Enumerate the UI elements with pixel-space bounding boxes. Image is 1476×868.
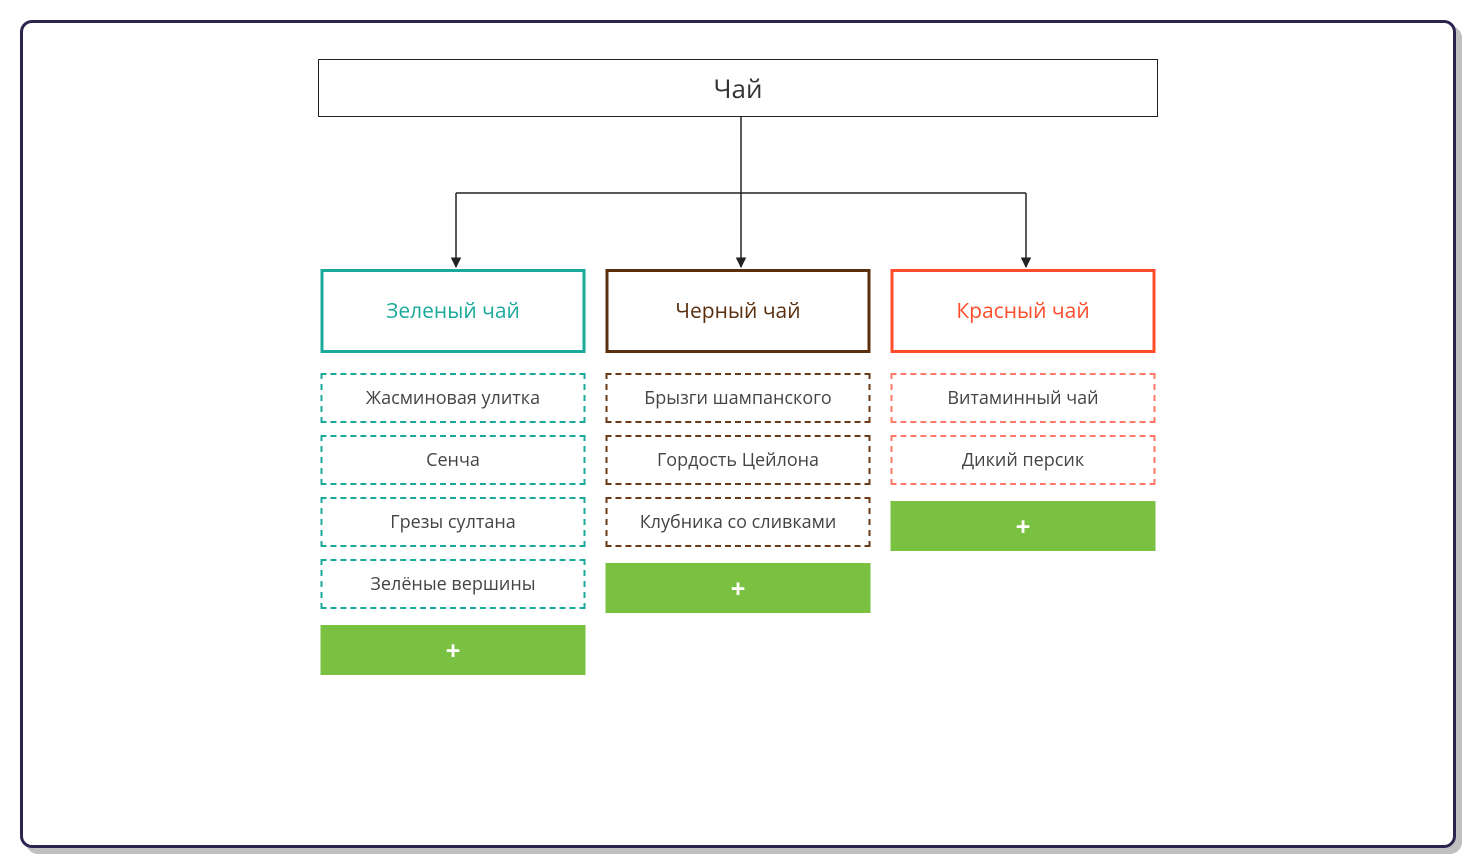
item-node[interactable]: Грезы султана	[321, 497, 586, 547]
category-column-red: Красный чай Витаминный чай Дикий персик …	[891, 269, 1156, 675]
add-item-button[interactable]: +	[321, 625, 586, 675]
add-item-button[interactable]: +	[606, 563, 871, 613]
category-node-brown[interactable]: Черный чай	[606, 269, 871, 353]
category-label: Зеленый чай	[386, 297, 520, 325]
item-node[interactable]: Брызги шампанского	[606, 373, 871, 423]
item-label: Витаминный чай	[947, 386, 1098, 410]
category-column-brown: Черный чай Брызги шампанского Гордость Ц…	[606, 269, 871, 675]
item-label: Гордость Цейлона	[657, 448, 819, 472]
item-label: Зелёные вершины	[370, 572, 535, 596]
category-columns: Зеленый чай Жасминовая улитка Сенча Грез…	[321, 269, 1156, 675]
root-node[interactable]: Чай	[318, 59, 1158, 117]
item-label: Клубника со сливками	[640, 510, 837, 534]
item-node[interactable]: Зелёные вершины	[321, 559, 586, 609]
item-node[interactable]: Витаминный чай	[891, 373, 1156, 423]
category-column-green: Зеленый чай Жасминовая улитка Сенча Грез…	[321, 269, 586, 675]
diagram-frame: Чай Зеленый чай Жасминовая улитка Сенча	[20, 20, 1456, 848]
category-label: Черный чай	[675, 297, 800, 325]
plus-icon: +	[446, 632, 461, 668]
item-label: Сенча	[426, 448, 480, 472]
item-node[interactable]: Сенча	[321, 435, 586, 485]
category-node-red[interactable]: Красный чай	[891, 269, 1156, 353]
item-label: Жасминовая улитка	[366, 386, 540, 410]
item-node[interactable]: Дикий персик	[891, 435, 1156, 485]
item-label: Грезы султана	[390, 510, 516, 534]
add-item-button[interactable]: +	[891, 501, 1156, 551]
item-label: Брызги шампанского	[644, 386, 832, 410]
category-label: Красный чай	[956, 297, 1089, 325]
plus-icon: +	[1016, 508, 1031, 544]
item-label: Дикий персик	[962, 448, 1084, 472]
category-node-green[interactable]: Зеленый чай	[321, 269, 586, 353]
item-node[interactable]: Гордость Цейлона	[606, 435, 871, 485]
plus-icon: +	[731, 570, 746, 606]
root-node-label: Чай	[713, 70, 762, 106]
item-node[interactable]: Жасминовая улитка	[321, 373, 586, 423]
item-node[interactable]: Клубника со сливками	[606, 497, 871, 547]
